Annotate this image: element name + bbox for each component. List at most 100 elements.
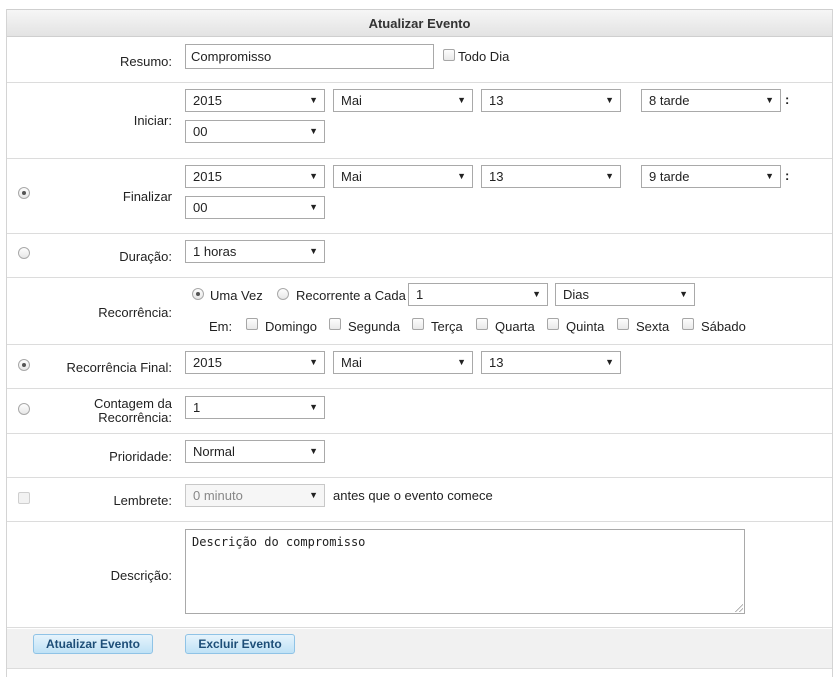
end-month-select[interactable]: Mai ▼ [333, 165, 473, 188]
end-hour-value: 9 tarde [649, 169, 690, 184]
recurrence-end-day-select[interactable]: 13 ▼ [481, 351, 621, 374]
end-day-select[interactable]: 13 ▼ [481, 165, 621, 188]
weekday-label-monday: Segunda [348, 319, 401, 334]
weekday-checkbox-thursday[interactable] [547, 318, 559, 330]
row-description: Descrição: Descrição do compromisso [7, 523, 832, 628]
chevron-down-icon: ▼ [309, 246, 318, 256]
recurrence-count-label-line2: Recorrência: [98, 410, 172, 425]
recurrence-end-month-select[interactable]: Mai ▼ [333, 351, 473, 374]
recurrence-unit-select[interactable]: Dias ▼ [555, 283, 695, 306]
row-reminder: Lembrete: 0 minuto ▼ antes que o evento c… [7, 479, 832, 522]
priority-label: Prioridade: [109, 449, 172, 464]
duration-mode-radio[interactable] [18, 247, 30, 259]
duration-value: 1 horas [193, 244, 237, 259]
recurrence-end-day-value: 13 [489, 355, 504, 370]
start-day-select[interactable]: 13 ▼ [481, 89, 621, 112]
duration-select[interactable]: 1 horas ▼ [185, 240, 325, 263]
end-minute-value: 00 [193, 200, 208, 215]
start-day-value: 13 [489, 93, 504, 108]
end-minute-select[interactable]: 00 ▼ [185, 196, 325, 219]
recurrence-end-label: Recorrência Final: [66, 360, 173, 375]
start-year-value: 2015 [193, 93, 222, 108]
delete-event-button[interactable]: Excluir Evento [185, 634, 295, 654]
recurrence-count-label: Contagem da Recorrência: [94, 397, 172, 425]
start-hour-value: 8 tarde [649, 93, 690, 108]
start-hour-select[interactable]: 8 tarde ▼ [641, 89, 781, 112]
recurrence-count-select[interactable]: 1 ▼ [185, 396, 325, 419]
row-summary: Resumo: Compromisso Todo Dia [7, 38, 832, 83]
summary-input[interactable]: Compromisso [185, 44, 434, 69]
end-year-select[interactable]: 2015 ▼ [185, 165, 325, 188]
end-year-value: 2015 [193, 169, 222, 184]
chevron-down-icon: ▼ [309, 357, 318, 367]
update-event-form: Atualizar Evento Resumo: Compromisso Tod… [6, 9, 833, 677]
chevron-down-icon: ▼ [309, 402, 318, 412]
recurrence-end-radio[interactable] [18, 359, 30, 371]
recurrence-once-radio[interactable] [192, 288, 204, 300]
summary-label: Resumo: [119, 54, 172, 69]
start-label: Iniciar: [133, 113, 172, 128]
priority-select[interactable]: Normal ▼ [185, 440, 325, 463]
all-day-label: Todo Dia [458, 49, 510, 64]
reminder-value: 0 minuto [193, 488, 243, 503]
weekday-checkbox-sunday[interactable] [246, 318, 258, 330]
reminder-suffix: antes que o evento comece [333, 488, 493, 503]
end-day-value: 13 [489, 169, 504, 184]
reminder-checkbox[interactable] [18, 492, 30, 504]
resize-grip-icon[interactable] [735, 604, 743, 612]
weekday-label-tuesday: Terça [431, 319, 463, 334]
end-label: Finalizar [122, 189, 172, 204]
recurrence-count-radio[interactable] [18, 403, 30, 415]
chevron-down-icon: ▼ [309, 202, 318, 212]
row-recurrence: Recorrência: Uma Vez Recorrente a Cada 1… [7, 279, 832, 345]
weekday-checkbox-tuesday[interactable] [412, 318, 424, 330]
weekday-label-sunday: Domingo [265, 319, 318, 334]
chevron-down-icon: ▼ [457, 95, 466, 105]
reminder-select[interactable]: 0 minuto ▼ [185, 484, 325, 507]
end-hour-select[interactable]: 9 tarde ▼ [641, 165, 781, 188]
reminder-label: Lembrete: [113, 493, 172, 508]
chevron-down-icon: ▼ [679, 289, 688, 299]
chevron-down-icon: ▼ [309, 171, 318, 181]
start-year-select[interactable]: 2015 ▼ [185, 89, 325, 112]
weekdays-label: Em: [209, 319, 233, 334]
chevron-down-icon: ▼ [309, 446, 318, 456]
form-title: Atualizar Evento [7, 9, 832, 37]
priority-value: Normal [193, 444, 235, 459]
weekday-checkbox-friday[interactable] [617, 318, 629, 330]
recurrence-interval-value: 1 [416, 287, 424, 302]
recurrence-interval-select[interactable]: 1 ▼ [408, 283, 548, 306]
recurrence-unit-value: Dias [563, 287, 590, 302]
chevron-down-icon: ▼ [765, 171, 774, 181]
chevron-down-icon: ▼ [605, 171, 614, 181]
end-mode-radio[interactable] [18, 187, 30, 199]
description-label: Descrição: [110, 568, 172, 583]
weekday-label-saturday: Sábado [701, 319, 746, 334]
start-month-select[interactable]: Mai ▼ [333, 89, 473, 112]
all-day-checkbox[interactable] [443, 49, 455, 61]
weekday-checkbox-saturday[interactable] [682, 318, 694, 330]
description-text: Descrição do compromisso [192, 535, 366, 549]
chevron-down-icon: ▼ [765, 95, 774, 105]
recurrence-end-year-select[interactable]: 2015 ▼ [185, 351, 325, 374]
chevron-down-icon: ▼ [605, 95, 614, 105]
start-minute-select[interactable]: 00 ▼ [185, 120, 325, 143]
row-recurrence-end: Recorrência Final: 2015 ▼ Mai ▼ 13 ▼ [7, 346, 832, 389]
row-start: Iniciar: 2015 ▼ Mai ▼ 13 ▼ 8 tarde ▼ : 00 ▼ [7, 84, 832, 159]
row-recurrence-count: Contagem da Recorrência: 1 ▼ [7, 390, 832, 434]
chevron-down-icon: ▼ [309, 95, 318, 105]
update-event-button[interactable]: Atualizar Evento [33, 634, 153, 654]
recurrence-every-radio[interactable] [277, 288, 289, 300]
weekday-label-friday: Sexta [636, 319, 670, 334]
row-duration: Duração: 1 horas ▼ [7, 235, 832, 278]
time-colon: : [785, 168, 790, 183]
weekday-checkbox-wednesday[interactable] [476, 318, 488, 330]
row-priority: Prioridade: Normal ▼ [7, 435, 832, 478]
recurrence-every-label: Recorrente a Cada [296, 288, 406, 303]
row-end: Finalizar 2015 ▼ Mai ▼ 13 ▼ 9 tarde ▼ : 00 ▼ [7, 160, 832, 234]
description-textarea[interactable]: Descrição do compromisso [185, 529, 745, 614]
start-month-value: Mai [341, 93, 362, 108]
chevron-down-icon: ▼ [309, 126, 318, 136]
weekday-checkbox-monday[interactable] [329, 318, 341, 330]
recurrence-label: Recorrência: [98, 305, 172, 320]
